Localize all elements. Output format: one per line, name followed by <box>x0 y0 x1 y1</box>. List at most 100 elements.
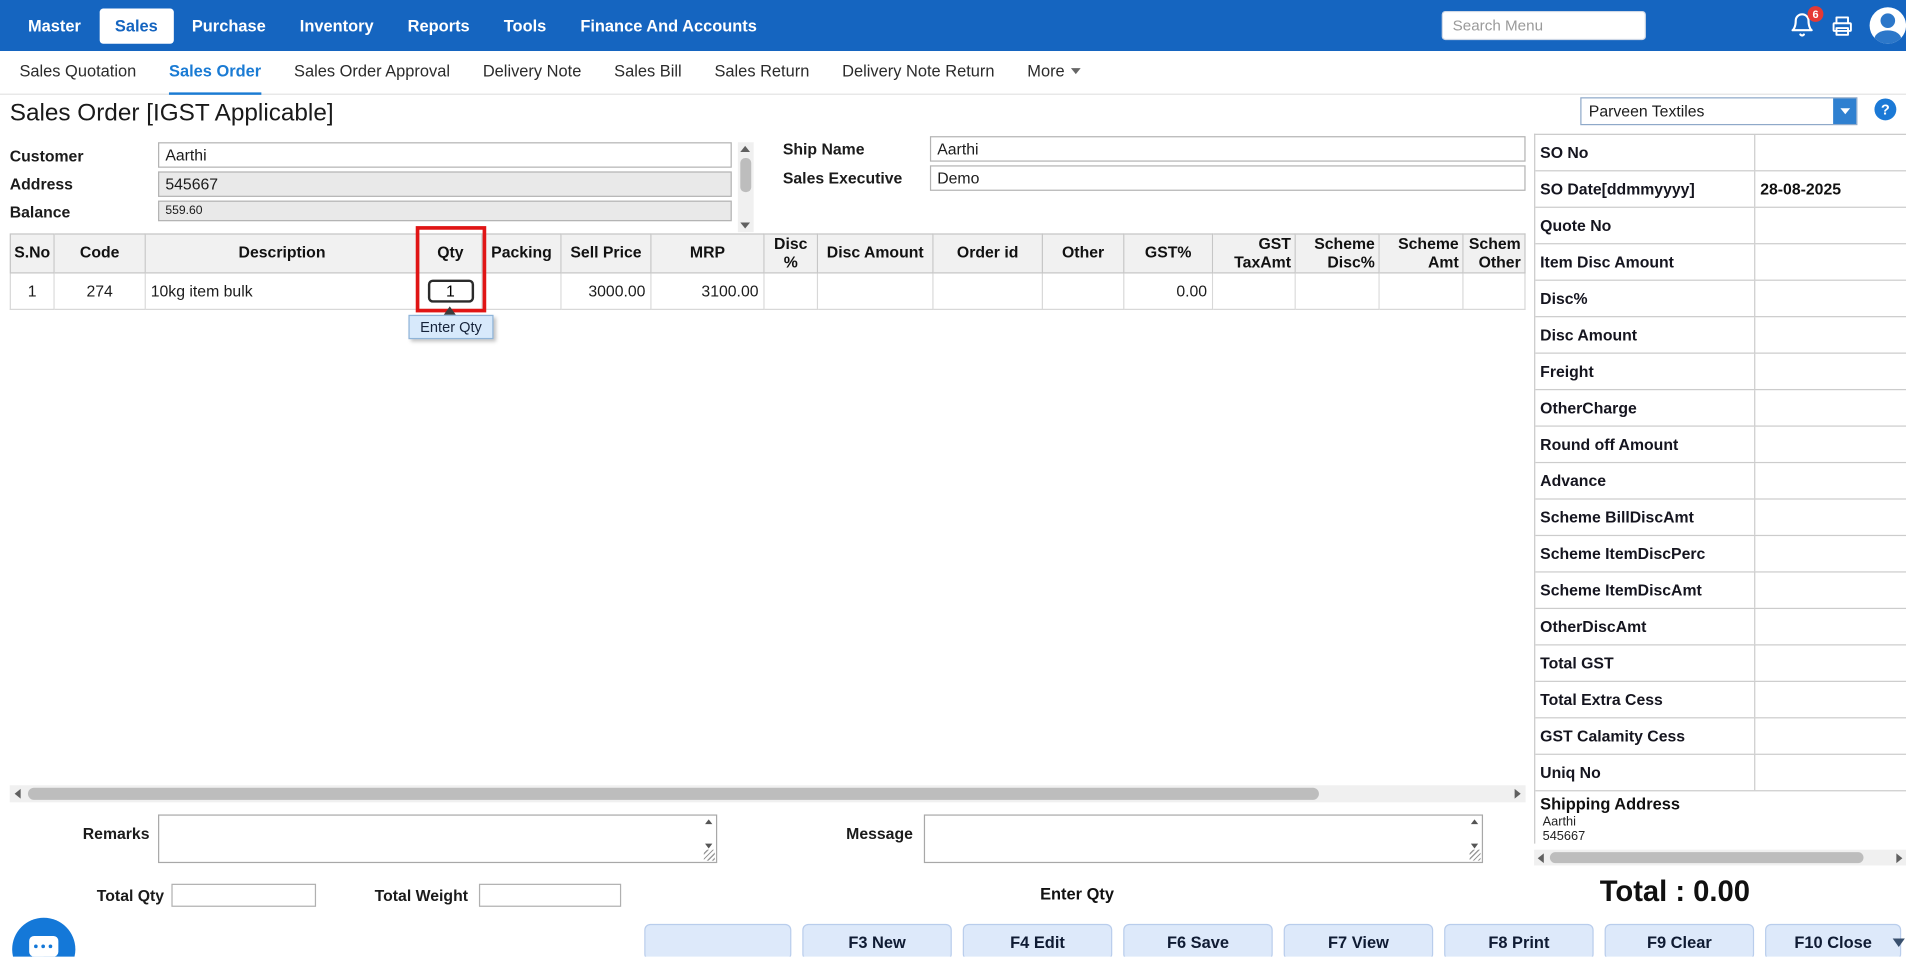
resize-grip-icon[interactable] <box>1470 850 1481 861</box>
shipping-address-line: 545667 <box>1535 829 1906 844</box>
cell-other <box>1043 274 1124 310</box>
nav-item-tools[interactable]: Tools <box>488 8 562 43</box>
nav-item-finance-and-accounts[interactable]: Finance And Accounts <box>565 8 773 43</box>
remarks-textarea[interactable] <box>158 814 717 863</box>
side-label: Advance <box>1535 463 1755 498</box>
message-textarea[interactable] <box>924 814 1483 863</box>
side-row-gst-calamity-cess: GST Calamity Cess <box>1535 718 1906 754</box>
cell-description: 10kg item bulk <box>146 274 420 310</box>
col-header-scheme-disc: Scheme Disc% <box>1296 233 1380 273</box>
scroll-down-icon[interactable] <box>705 844 712 849</box>
shipping-address-line: Aarthi <box>1535 814 1906 829</box>
tab-delivery-note[interactable]: Delivery Note <box>483 50 582 94</box>
total-weight-input[interactable] <box>479 884 621 907</box>
side-value[interactable] <box>1755 208 1906 243</box>
tab-delivery-note-return[interactable]: Delivery Note Return <box>842 50 994 94</box>
side-value[interactable] <box>1755 718 1906 753</box>
notification-badge: 6 <box>1808 6 1824 22</box>
help-icon[interactable]: ? <box>1874 98 1896 120</box>
f8-print-button[interactable]: F8 Print <box>1444 924 1594 957</box>
f6-save-button[interactable]: F6 Save <box>1123 924 1273 957</box>
notification-bell-icon[interactable]: 6 <box>1789 12 1816 39</box>
sales-executive-input[interactable] <box>930 165 1526 191</box>
cell-scheme-disc <box>1296 274 1380 310</box>
dropdown-arrow-icon[interactable] <box>1833 98 1856 124</box>
form-vertical-scrollbar[interactable] <box>738 142 754 232</box>
col-header-schem-other: Schem Other <box>1464 233 1526 273</box>
tab-sales-return[interactable]: Sales Return <box>714 50 809 94</box>
scroll-up-icon[interactable] <box>705 819 712 824</box>
tab-sales-bill[interactable]: Sales Bill <box>614 50 682 94</box>
side-value[interactable] <box>1755 755 1906 790</box>
cell-gst-pct: 0.00 <box>1124 274 1213 310</box>
side-value[interactable] <box>1755 135 1906 170</box>
col-header-order-id: Order id <box>934 233 1043 273</box>
scroll-down-icon[interactable] <box>1471 844 1478 849</box>
side-value[interactable] <box>1755 682 1906 717</box>
tab-sales-order-approval[interactable]: Sales Order Approval <box>294 50 450 94</box>
tab-sales-order[interactable]: Sales Order <box>169 50 261 94</box>
table-horizontal-scrollbar[interactable] <box>10 785 1526 802</box>
cell-disc-amount <box>818 274 933 310</box>
nav-item-sales[interactable]: Sales <box>99 8 173 43</box>
balance-input[interactable] <box>158 201 732 222</box>
address-input[interactable] <box>158 171 732 197</box>
side-value[interactable] <box>1755 281 1906 316</box>
col-header-mrp: MRP <box>652 233 765 273</box>
side-value[interactable] <box>1755 317 1906 352</box>
shipping-address-block: Shipping Address Aarthi 545667 <box>1535 791 1906 843</box>
message-label: Message <box>808 824 913 842</box>
f4-edit-button[interactable]: F4 Edit <box>963 924 1113 957</box>
tab-more[interactable]: More <box>1027 50 1080 94</box>
f3-new-button[interactable]: F3 New <box>802 924 952 957</box>
chat-icon[interactable] <box>12 918 75 957</box>
tab-sales-quotation[interactable]: Sales Quotation <box>19 50 136 94</box>
address-label: Address <box>10 175 73 193</box>
nav-item-master[interactable]: Master <box>12 8 97 43</box>
scroll-more-icon[interactable] <box>1893 938 1905 947</box>
side-value[interactable]: 28-08-2025 <box>1755 171 1906 206</box>
side-label: Scheme ItemDiscPerc <box>1535 536 1755 571</box>
col-header-sell-price: Sell Price <box>562 233 652 273</box>
side-value[interactable] <box>1755 609 1906 644</box>
cell-code: 274 <box>55 274 146 310</box>
side-label: Scheme ItemDiscAmt <box>1535 573 1755 608</box>
col-header-sno: S.No <box>10 233 55 273</box>
total-qty-input[interactable] <box>171 884 316 907</box>
side-label: Round off Amount <box>1535 427 1755 462</box>
side-value[interactable] <box>1755 390 1906 425</box>
side-row-disc-amount: Disc Amount <box>1535 317 1906 353</box>
side-label: GST Calamity Cess <box>1535 718 1755 753</box>
search-input[interactable] <box>1442 11 1646 40</box>
user-avatar[interactable] <box>1870 7 1906 43</box>
side-row-scheme-itemdiscamt: Scheme ItemDiscAmt <box>1535 573 1906 609</box>
side-value[interactable] <box>1755 463 1906 498</box>
side-value[interactable] <box>1755 244 1906 279</box>
side-label: Disc% <box>1535 281 1755 316</box>
qty-input[interactable] <box>427 280 473 303</box>
printer-icon[interactable] <box>1831 15 1858 42</box>
side-value[interactable] <box>1755 354 1906 389</box>
side-row-total-extra-cess: Total Extra Cess <box>1535 682 1906 718</box>
side-value[interactable] <box>1755 536 1906 571</box>
ship-name-input[interactable] <box>930 136 1526 162</box>
resize-grip-icon[interactable] <box>704 850 715 861</box>
f7-view-button[interactable]: F7 View <box>1284 924 1434 957</box>
f10-close-button[interactable]: F10 Close <box>1765 924 1901 957</box>
function-button-blank[interactable] <box>644 924 791 957</box>
scroll-up-icon[interactable] <box>1471 819 1478 824</box>
company-select[interactable]: Parveen Textiles <box>1580 97 1857 125</box>
side-panel-horizontal-scrollbar[interactable] <box>1534 850 1906 866</box>
side-value[interactable] <box>1755 427 1906 462</box>
nav-item-inventory[interactable]: Inventory <box>284 8 389 43</box>
nav-item-purchase[interactable]: Purchase <box>176 8 282 43</box>
side-value[interactable] <box>1755 645 1906 680</box>
tab-more-label: More <box>1027 61 1064 79</box>
side-value[interactable] <box>1755 500 1906 535</box>
f9-clear-button[interactable]: F9 Clear <box>1605 924 1755 957</box>
cell-mrp: 3100.00 <box>652 274 765 310</box>
customer-label: Customer <box>10 147 84 165</box>
side-value[interactable] <box>1755 573 1906 608</box>
nav-item-reports[interactable]: Reports <box>392 8 486 43</box>
customer-input[interactable] <box>158 142 732 168</box>
